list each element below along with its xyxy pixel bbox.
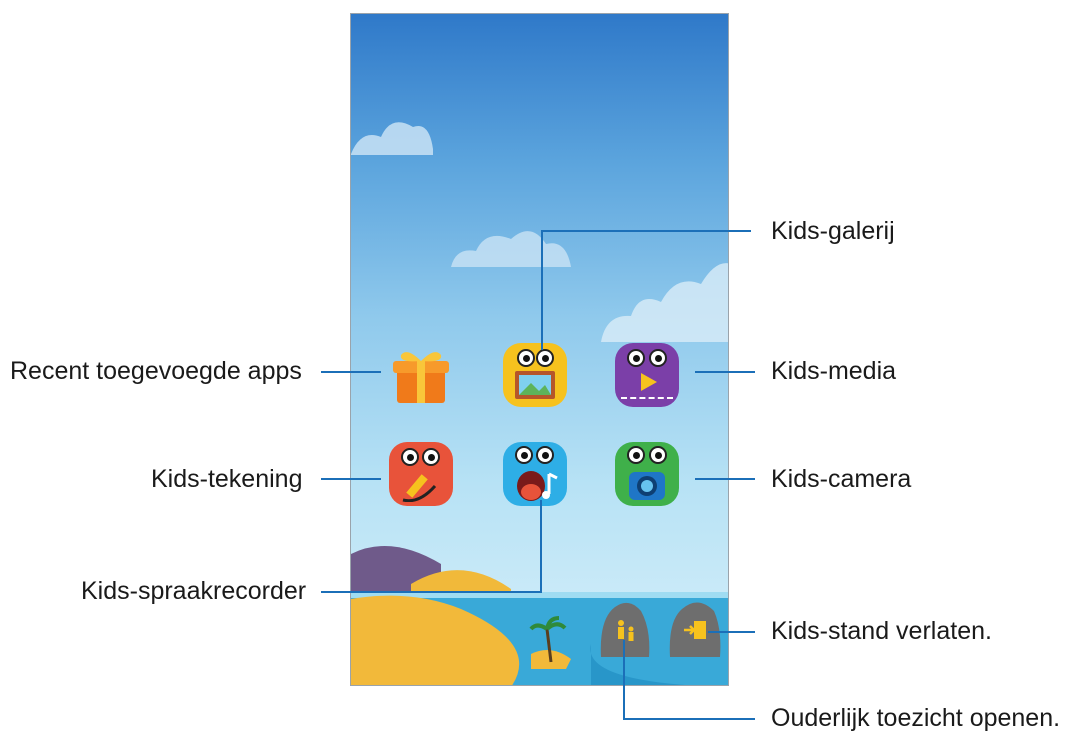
label-kids-voice-recorder: Kids-spraakrecorder bbox=[81, 577, 307, 605]
label-exit-kids-mode: Kids-stand verlaten. bbox=[771, 617, 992, 645]
parent-child-icon bbox=[618, 620, 634, 641]
label-kids-gallery: Kids-galerij bbox=[771, 217, 895, 245]
callout-line-parental-v bbox=[623, 640, 625, 720]
kids-voice-recorder-button[interactable] bbox=[503, 442, 567, 506]
exit-door-icon bbox=[684, 621, 706, 639]
callout-line-voice-recorder-v bbox=[540, 500, 542, 593]
eye-icon bbox=[536, 446, 554, 464]
eye-icon bbox=[627, 349, 645, 367]
eye-icon bbox=[649, 349, 667, 367]
callout-line-kids-drawing bbox=[321, 478, 381, 480]
eye-icon bbox=[536, 349, 554, 367]
pencil-icon bbox=[402, 474, 437, 502]
kids-gallery-button[interactable] bbox=[503, 343, 567, 407]
label-kids-camera: Kids-camera bbox=[771, 465, 912, 493]
recent-apps-button[interactable] bbox=[389, 343, 453, 407]
callout-line-kids-gallery-v bbox=[541, 230, 543, 350]
callout-line-voice-recorder-h bbox=[321, 591, 542, 593]
play-icon bbox=[641, 373, 657, 391]
eye-icon bbox=[649, 446, 667, 464]
callout-line-kids-media bbox=[695, 371, 755, 373]
label-parental-control: Ouderlijk toezicht openen. bbox=[771, 704, 1061, 732]
callout-line-parental-h bbox=[623, 718, 755, 720]
film-strip bbox=[621, 397, 673, 399]
parental-control-button[interactable] bbox=[599, 599, 651, 657]
callout-line-kids-gallery-h bbox=[541, 230, 751, 232]
cloud-decoration bbox=[351, 122, 433, 155]
callout-line-exit bbox=[708, 631, 755, 633]
callout-line-kids-camera bbox=[695, 478, 755, 480]
exit-kids-mode-button[interactable] bbox=[668, 599, 722, 657]
music-note-icon bbox=[517, 471, 558, 501]
cloud-decoration bbox=[601, 263, 728, 342]
eye-icon bbox=[627, 446, 645, 464]
eye-icon bbox=[515, 446, 533, 464]
label-recent-apps: Recent toegevoegde apps bbox=[10, 357, 302, 385]
label-kids-media: Kids-media bbox=[771, 357, 897, 385]
label-kids-drawing: Kids-tekening bbox=[151, 465, 303, 493]
gift-icon bbox=[393, 352, 449, 403]
eye-icon bbox=[401, 448, 419, 466]
eye-icon bbox=[422, 448, 440, 466]
cloud-decoration bbox=[451, 231, 571, 267]
kids-camera-button[interactable] bbox=[615, 442, 679, 506]
picture-frame-icon bbox=[515, 371, 555, 399]
eye-icon bbox=[517, 349, 535, 367]
callout-line-recent-apps bbox=[321, 371, 381, 373]
camera-icon bbox=[629, 472, 665, 500]
kids-media-button[interactable] bbox=[615, 343, 679, 407]
kids-drawing-button[interactable] bbox=[389, 442, 453, 506]
